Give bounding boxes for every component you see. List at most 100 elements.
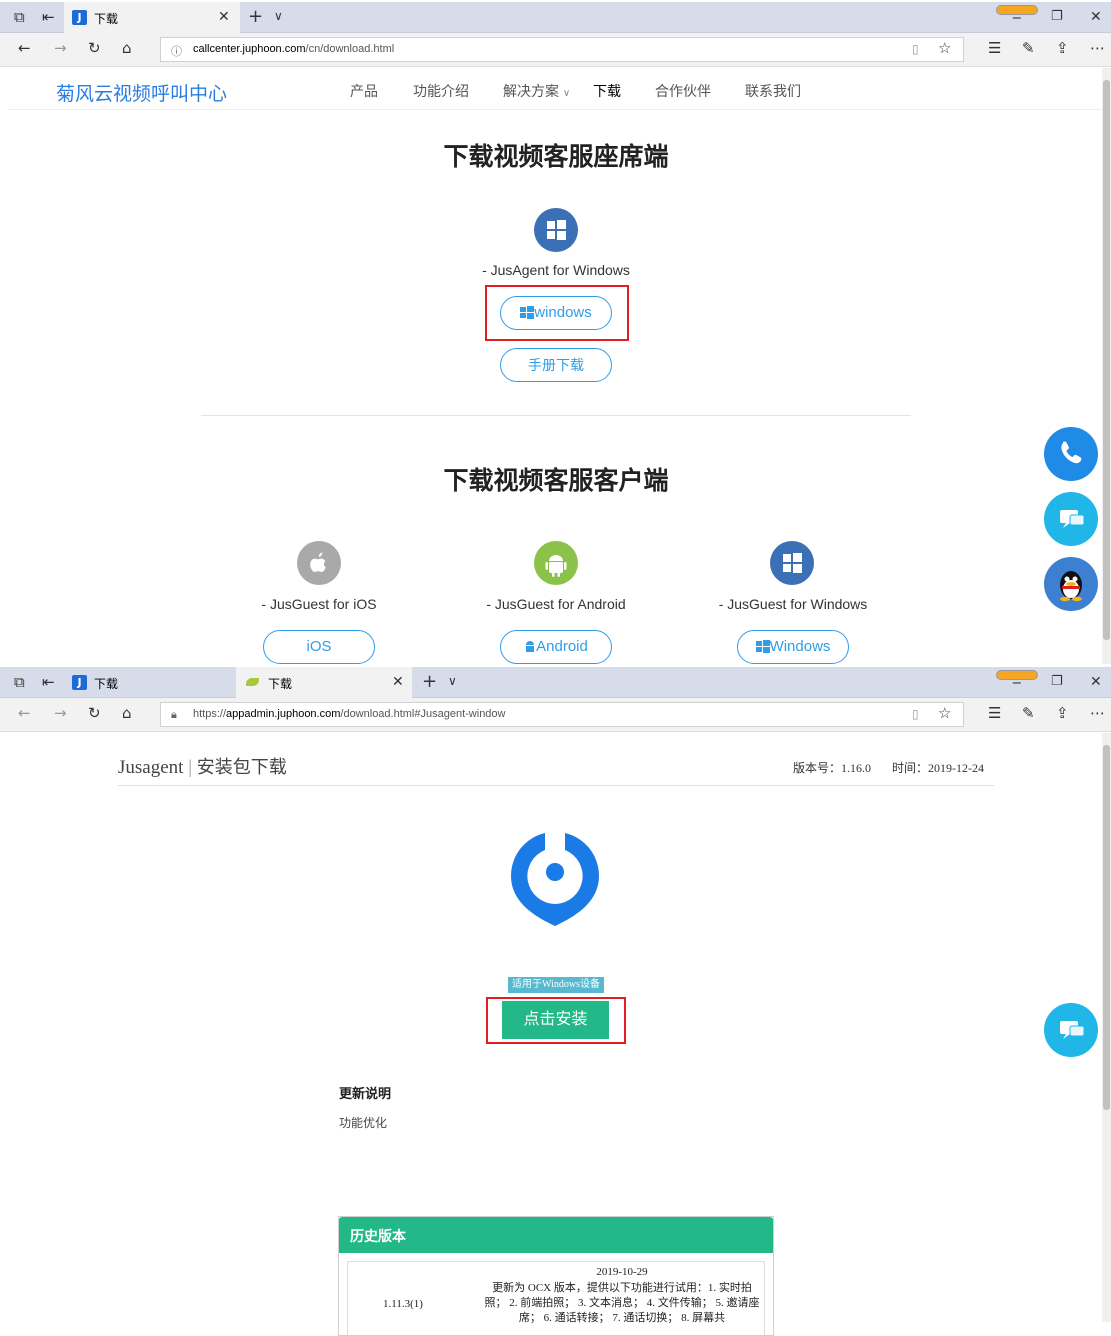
guest-section-title: 下载视频客服客户端 [443, 467, 669, 495]
back-icon[interactable]: ← [18, 41, 31, 56]
close-window-icon[interactable]: ✕ [1090, 10, 1102, 24]
qq-float-button[interactable] [1044, 557, 1098, 611]
reading-view-icon[interactable]: ▯ [912, 708, 919, 720]
phone-icon [1061, 441, 1082, 464]
agent-windows-download-button[interactable]: windows [500, 296, 612, 330]
agent-product-label: - JusAgent for Windows [482, 262, 630, 278]
scrollbar-thumb-page2[interactable] [1103, 745, 1110, 1110]
windows-icon [520, 306, 535, 320]
chat-float-button[interactable] [1044, 492, 1098, 546]
nav-contact[interactable]: 联系我们 [745, 81, 801, 101]
minimize-icon[interactable]: ‒ [1012, 675, 1022, 690]
tab-download-1[interactable]: J 下载 [64, 667, 236, 698]
heading-text: 安装包下载 [196, 757, 287, 778]
phone-float-button[interactable] [1044, 427, 1098, 481]
forward-icon[interactable]: → [54, 41, 67, 56]
chat-icon [1060, 510, 1085, 528]
tab-preview-chevron-icon[interactable]: ∨ [274, 10, 283, 22]
juphoon-favicon-icon: J [72, 675, 87, 690]
android-icon [526, 641, 535, 653]
section-divider [201, 415, 911, 416]
favorites-hub-icon[interactable]: ☰ [988, 706, 1001, 721]
reading-view-icon[interactable]: ▯ [912, 43, 919, 55]
web-note-icon[interactable]: ✎ [1022, 41, 1035, 56]
nav-features[interactable]: 功能介绍 [413, 81, 469, 101]
minimize-icon[interactable]: ‒ [1012, 10, 1022, 25]
new-tab-icon[interactable]: + [422, 673, 437, 691]
install-button[interactable]: 点击安装 [502, 1001, 609, 1039]
share-icon[interactable]: ⇪ [1056, 706, 1069, 721]
tab-download-2[interactable]: 下载 ✕ [236, 667, 412, 698]
history-version: 1.11.3(1) [383, 1298, 423, 1310]
jusagent-logo-icon [507, 826, 603, 935]
web-note-icon[interactable]: ✎ [1022, 706, 1035, 721]
chat-icon [1060, 1021, 1085, 1039]
tab-title: 下载 [94, 12, 119, 26]
android-download-button[interactable]: Android [500, 630, 612, 664]
app-name: Jusagent [118, 757, 184, 778]
favorites-hub-icon[interactable]: ☰ [988, 41, 1001, 56]
tab-bar-2: ⧉ ⇤ J 下载 下载 ✕ + ∨ ‒ ❐ ✕ [0, 667, 1111, 698]
favorite-star-icon[interactable]: ☆ [938, 41, 951, 56]
set-aside-tabs-icon[interactable]: ⇤ [42, 10, 55, 25]
update-title: 更新说明 [339, 1086, 392, 1101]
info-icon: ⓘ [171, 45, 182, 58]
url-input[interactable]: 🔒︎ https://appadmin.juphoon.com/download… [160, 702, 964, 727]
android-product-label: - JusGuest for Android [486, 596, 626, 612]
favorite-star-icon[interactable]: ☆ [938, 706, 951, 721]
home-icon[interactable]: ⌂ [122, 41, 132, 56]
windows-icon [755, 640, 770, 654]
nav-partners[interactable]: 合作伙伴 [655, 81, 711, 101]
forward-icon[interactable]: → [54, 706, 67, 721]
windows-icon [534, 208, 578, 252]
ios-download-button[interactable]: iOS [263, 630, 375, 664]
url-input[interactable]: ⓘ callcenter.juphoon.com/cn/download.htm… [160, 37, 964, 62]
chat-float-button-2[interactable] [1044, 1003, 1098, 1057]
leaf-favicon-icon [246, 678, 259, 686]
tab-bar: ⧉ ⇤ J 下载 ✕ + ∨ ‒ ❐ ✕ [0, 2, 1111, 33]
address-bar: ← → ↻ ⌂ ⓘ callcenter.juphoon.com/cn/down… [0, 33, 1111, 67]
nav-solutions[interactable]: 解决方案 ∨ [503, 81, 570, 101]
history-title: 历史版本 [339, 1217, 773, 1253]
nav-products[interactable]: 产品 [350, 81, 378, 101]
close-window-icon[interactable]: ✕ [1090, 675, 1102, 689]
site-logo[interactable]: 菊风云视频呼叫中心 [56, 79, 227, 106]
url-text: callcenter.juphoon.com/cn/download.html [193, 43, 395, 55]
home-icon[interactable]: ⌂ [122, 706, 132, 721]
set-aside-tabs-icon[interactable]: ⇤ [42, 675, 55, 690]
back-icon[interactable]: ← [18, 706, 31, 721]
package-heading: Jusagent | 安装包下载 [118, 757, 287, 778]
tab-download[interactable]: J 下载 ✕ [64, 2, 240, 33]
new-tab-icon[interactable]: + [248, 8, 263, 26]
windows-download-button[interactable]: Windows [737, 630, 849, 664]
ios-product-label: - JusGuest for iOS [261, 596, 377, 612]
nav-download[interactable]: 下载 [593, 81, 621, 101]
refresh-icon[interactable]: ↻ [88, 41, 101, 56]
more-menu-icon[interactable]: ⋯ [1090, 706, 1105, 721]
restore-icon[interactable]: ❐ [1051, 675, 1063, 688]
restore-icon[interactable]: ❐ [1051, 10, 1063, 23]
version-info: 版本号：1.16.0 [793, 761, 872, 775]
refresh-icon[interactable]: ↻ [88, 706, 101, 721]
android-icon [534, 541, 578, 585]
tab-preview-chevron-icon[interactable]: ∨ [448, 675, 457, 687]
tab-title: 下载 [94, 677, 119, 691]
history-notes: 更新为 OCX 版本，提供以下功能进行试用：1. 实时拍照； 2. 前端拍照； … [484, 1282, 760, 1324]
more-menu-icon[interactable]: ⋯ [1090, 41, 1105, 56]
manual-download-button[interactable]: 手册下载 [500, 348, 612, 382]
address-bar-2: ← → ↻ ⌂ 🔒︎ https://appadmin.juphoon.com/… [0, 698, 1111, 732]
juphoon-favicon-icon: J [72, 10, 87, 25]
scrollbar-thumb-page1[interactable] [1103, 80, 1110, 640]
tab-close-icon[interactable]: ✕ [392, 675, 404, 689]
chevron-down-icon: ∨ [562, 88, 571, 99]
share-icon[interactable]: ⇪ [1056, 41, 1069, 56]
header-divider [8, 109, 1102, 110]
tab-close-icon[interactable]: ✕ [218, 10, 230, 24]
release-time: 时间：2019-12-24 [892, 761, 985, 775]
tab-actions-icon[interactable]: ⧉ [14, 10, 25, 25]
apple-icon [297, 541, 341, 585]
qq-penguin-icon [1060, 571, 1082, 602]
windows-product-label: - JusGuest for Windows [718, 596, 868, 612]
tab-actions-icon[interactable]: ⧉ [14, 675, 25, 690]
update-body: 功能优化 [339, 1116, 388, 1130]
